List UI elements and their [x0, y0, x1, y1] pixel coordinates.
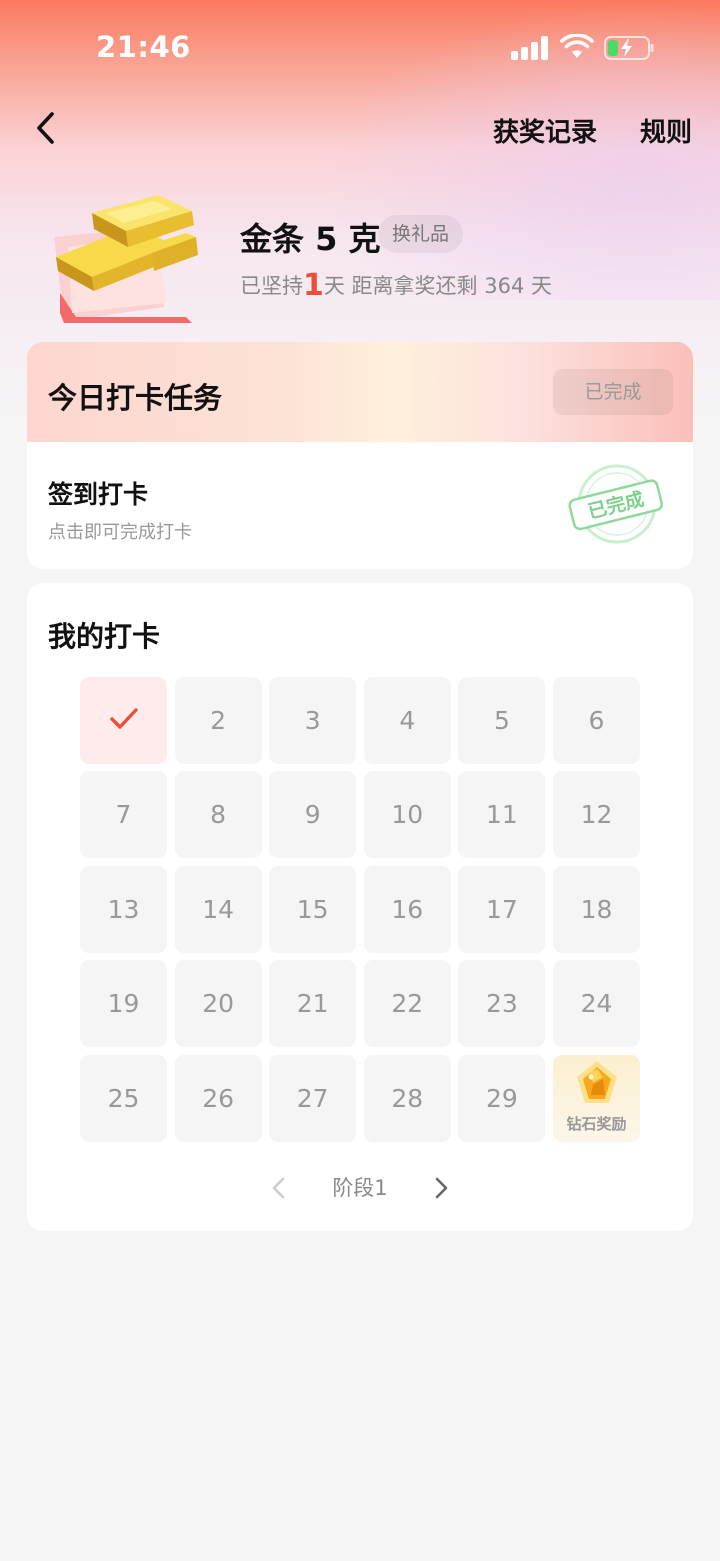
checkin-day-cell: 13: [80, 865, 167, 953]
gold-bar-image: [54, 195, 198, 323]
status-bar: 21:46: [0, 0, 720, 96]
checkin-day-cell: 4: [363, 677, 451, 764]
checkin-day-cell: 11: [458, 771, 546, 859]
checkin-day-cell: 10: [363, 771, 451, 859]
checkin-day-cell: 2: [174, 677, 262, 764]
prize-title: 金条 5 克: [240, 220, 381, 258]
task-description: 点击即可完成打卡: [48, 522, 192, 543]
back-chevron-icon[interactable]: [28, 108, 68, 148]
rules-link[interactable]: 规则: [640, 112, 692, 149]
checkin-day-cell: 7: [80, 771, 167, 859]
progress-prefix: 已坚持: [240, 274, 303, 298]
checkin-day-cell: 26: [174, 1054, 262, 1142]
stage-label: 阶段1: [332, 1176, 388, 1200]
diamond-icon: [577, 1060, 617, 1103]
check-icon: [110, 708, 138, 729]
checkin-day-cell: 14: [174, 865, 262, 953]
chevron-left-icon[interactable]: [267, 1175, 291, 1201]
task-card-header: 今日打卡任务 已完成: [27, 342, 693, 442]
my-checkin-card: 我的打卡 2 3 4 5 6 7 8 9 10 11 12 13 14 15 16 17 18 19 20 21 22 2…: [27, 583, 693, 1231]
checkin-day-cell: 16: [363, 865, 451, 953]
checkin-day-cell: 25: [80, 1054, 167, 1142]
status-time: 21:46: [96, 30, 191, 64]
diamond-reward-cell: 钻石奖励: [553, 1054, 640, 1142]
checkin-day-cell: 6: [553, 677, 640, 764]
chevron-right-icon[interactable]: [429, 1175, 453, 1201]
exchange-gift-badge[interactable]: 换礼品: [378, 215, 464, 253]
prize-records-link[interactable]: 获奖记录: [493, 112, 597, 149]
checkin-day-cell: 8: [174, 771, 262, 859]
checkin-day-cell: 24: [553, 960, 640, 1048]
signal-icon: [511, 36, 549, 60]
checkin-day-cell: 20: [174, 960, 262, 1048]
task-card-title: 今日打卡任务: [48, 381, 223, 415]
checkin-day-cell: 3: [269, 677, 357, 764]
task-name: 签到打卡: [48, 480, 149, 509]
task-completed-button[interactable]: 已完成: [553, 369, 673, 415]
checkin-day-cell: 27: [269, 1054, 357, 1142]
reward-label: 钻石奖励: [566, 1114, 627, 1133]
daily-task-card: 今日打卡任务 已完成 签到打卡 点击即可完成打卡 已完成: [27, 342, 693, 569]
checkin-day-cell: 5: [458, 677, 546, 764]
checkin-day-completed: [80, 677, 167, 764]
checkin-day-cell: 21: [269, 960, 357, 1048]
checkin-day-cell: 9: [269, 771, 357, 859]
checkin-day-cell: 23: [458, 960, 546, 1048]
completed-stamp: 已完成: [568, 464, 663, 544]
checkin-day-cell: 22: [363, 960, 451, 1048]
progress-suffix: 天 距离拿奖还剩 364 天: [323, 274, 552, 298]
checkin-day-cell: 15: [269, 865, 357, 953]
checkin-day-cell: 17: [458, 865, 546, 953]
checkin-day-cell: 29: [458, 1054, 546, 1142]
prize-progress-text: 已坚持1天 距离拿奖还剩 364 天: [240, 270, 552, 302]
my-checkin-title: 我的打卡: [48, 620, 161, 653]
checkin-day-cell: 28: [363, 1054, 451, 1142]
checkin-day-cell: 19: [80, 960, 167, 1048]
checkin-day-cell: 12: [553, 771, 640, 859]
checkin-day-cell: 18: [553, 865, 640, 953]
days-kept-count: 1: [303, 268, 324, 303]
battery-icon: [604, 36, 654, 60]
wifi-icon: [560, 34, 594, 58]
stage-pager: 阶段1: [27, 1171, 693, 1205]
